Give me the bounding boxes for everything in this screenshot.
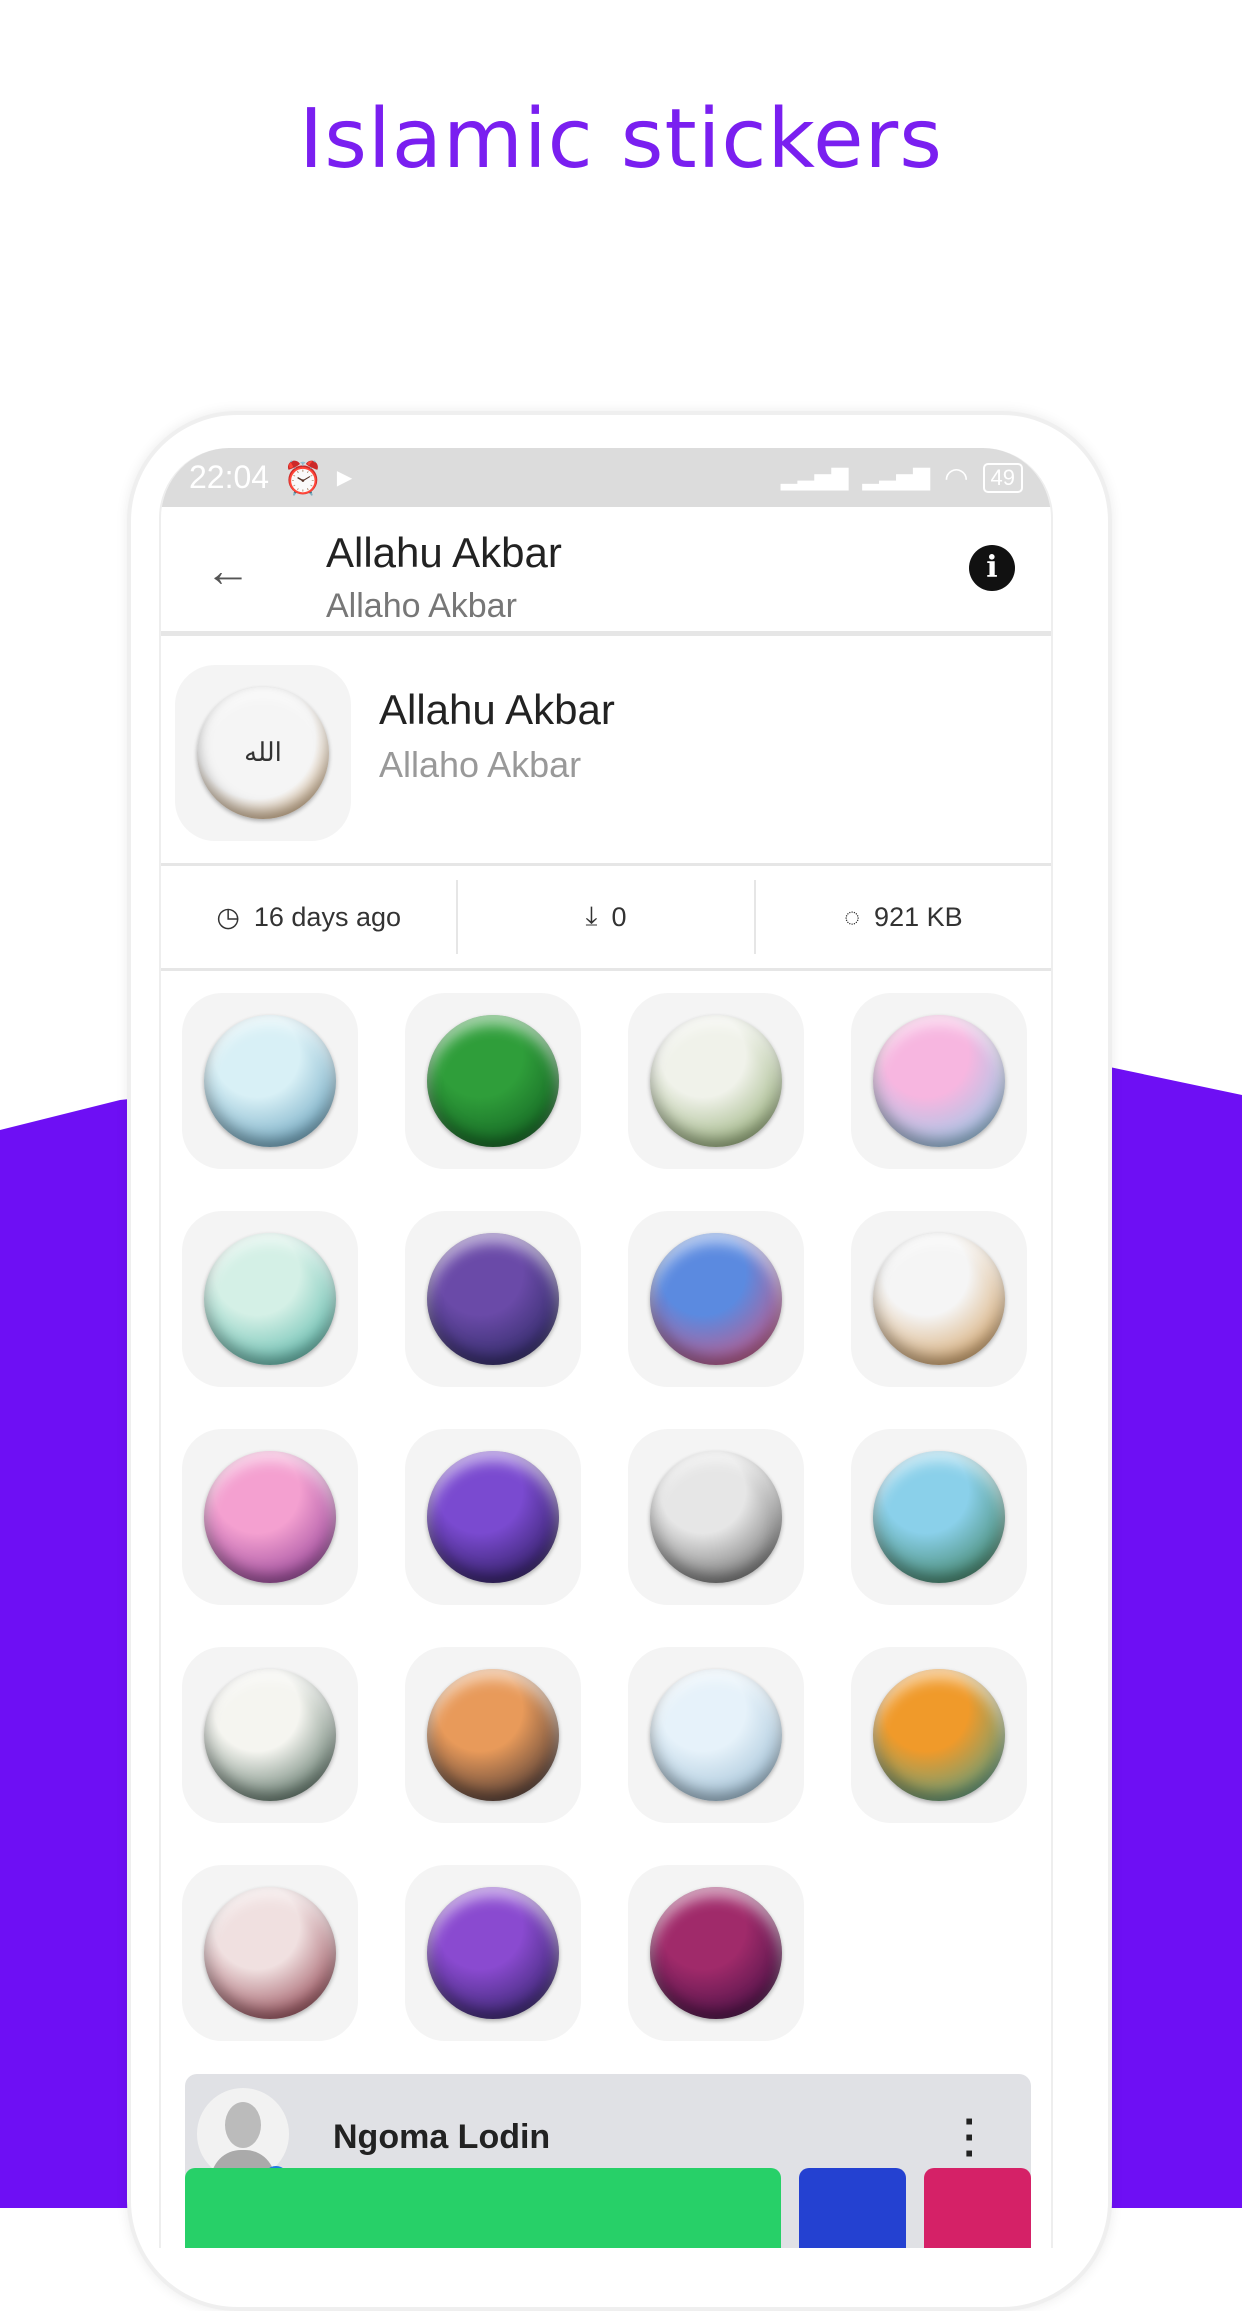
- clock-icon: ◷: [216, 901, 240, 932]
- sticker-image: [204, 1887, 336, 2019]
- share-button[interactable]: [799, 2168, 906, 2248]
- sticker-grid: [182, 993, 1032, 2041]
- sticker-tile[interactable]: [405, 1211, 581, 1387]
- sticker-image: [650, 1015, 782, 1147]
- sticker-image: [873, 1015, 1005, 1147]
- sticker-image: [427, 1669, 559, 1801]
- favorite-button[interactable]: [924, 2168, 1031, 2248]
- stat-updated: ◷ 16 days ago: [161, 880, 459, 954]
- info-icon[interactable]: i: [969, 545, 1015, 591]
- status-time: 22:04: [189, 459, 270, 495]
- sticker-image: [873, 1669, 1005, 1801]
- status-bar: 22:04 ⏰ ▶ ▂▃▅▇ ▂▃▅▇ ◠ 49: [161, 448, 1051, 507]
- sticker-image: [427, 1451, 559, 1583]
- sticker-tile[interactable]: [851, 993, 1027, 1169]
- sticker-tile[interactable]: [405, 993, 581, 1169]
- sticker-tile[interactable]: [851, 1429, 1027, 1605]
- battery-icon: 49: [982, 462, 1023, 493]
- wifi-icon: ◠: [944, 462, 969, 493]
- sticker-image: [650, 1669, 782, 1801]
- stats-row: ◷ 16 days ago ⤓ 0 ◌ 921 KB: [161, 866, 1051, 971]
- download-icon: ⤓: [585, 901, 598, 931]
- sticker-image: [427, 1015, 559, 1147]
- sticker-image: [204, 1669, 336, 1801]
- signal-icon: ▂▃▅▇: [780, 464, 849, 490]
- sticker-tile[interactable]: [851, 1211, 1027, 1387]
- add-to-whatsapp-button[interactable]: [185, 2168, 781, 2248]
- sticker-tile[interactable]: [182, 993, 358, 1169]
- sticker-tile[interactable]: [628, 1429, 804, 1605]
- alarm-icon: ⏰: [283, 459, 323, 496]
- downloads-count: 0: [611, 901, 627, 932]
- sticker-tile[interactable]: [405, 1647, 581, 1823]
- sticker-tile[interactable]: [182, 1211, 358, 1387]
- sticker-tile[interactable]: [182, 1429, 358, 1605]
- author-name: Ngoma Lodin: [333, 2118, 551, 2156]
- sticker-image: [204, 1233, 336, 1365]
- sticker-image: [650, 1233, 782, 1365]
- sticker-image: [204, 1451, 336, 1583]
- pack-title: Allahu Akbar: [379, 686, 615, 733]
- author-card: Ngoma Lodin · · ·: [185, 2074, 1031, 2248]
- promo-headline: Islamic stickers: [299, 92, 943, 187]
- sticker-image: [427, 1233, 559, 1365]
- phone-screen: 22:04 ⏰ ▶ ▂▃▅▇ ▂▃▅▇ ◠ 49 ← Allahu Akbar Allah…: [159, 448, 1053, 2248]
- sticker-tile[interactable]: [851, 1647, 1027, 1823]
- sticker-tile[interactable]: [182, 1865, 358, 2041]
- sticker-image: [204, 1015, 336, 1147]
- updated-text: 16 days ago: [253, 901, 401, 932]
- sticker-image: [427, 1887, 559, 2019]
- sticker-image: [650, 1451, 782, 1583]
- tray-image: الله: [197, 687, 329, 819]
- app-bar: ← Allahu Akbar Allaho Akbar i: [161, 507, 1051, 636]
- arrow-left-icon[interactable]: ←: [205, 543, 251, 597]
- sticker-tile[interactable]: [628, 1647, 804, 1823]
- app-bar-subtitle: Allaho Akbar: [326, 587, 517, 625]
- stat-size: ◌ 921 KB: [756, 880, 1051, 954]
- pack-header: الله Allahu Akbar Allaho Akbar: [161, 636, 1051, 866]
- sticker-tile[interactable]: [628, 1211, 804, 1387]
- pack-publisher: Allaho Akbar: [379, 744, 582, 785]
- app-bar-title: Allahu Akbar: [326, 529, 562, 576]
- sticker-image: [873, 1451, 1005, 1583]
- stat-downloads: ⤓ 0: [458, 880, 756, 954]
- sticker-image: [650, 1887, 782, 2019]
- size-icon: ◌: [844, 901, 861, 932]
- more-options-icon[interactable]: · · ·: [964, 2102, 977, 2174]
- sticker-image: [873, 1233, 1005, 1365]
- play-icon: ▶: [336, 467, 353, 489]
- sticker-tile[interactable]: [405, 1865, 581, 2041]
- signal-icon: ▂▃▅▇: [862, 464, 931, 490]
- sticker-tile[interactable]: [628, 993, 804, 1169]
- sticker-tile[interactable]: [182, 1647, 358, 1823]
- sticker-tile[interactable]: [405, 1429, 581, 1605]
- pack-tray-icon: الله: [175, 665, 351, 841]
- sticker-tile[interactable]: [628, 1865, 804, 2041]
- size-text: 921 KB: [874, 901, 963, 932]
